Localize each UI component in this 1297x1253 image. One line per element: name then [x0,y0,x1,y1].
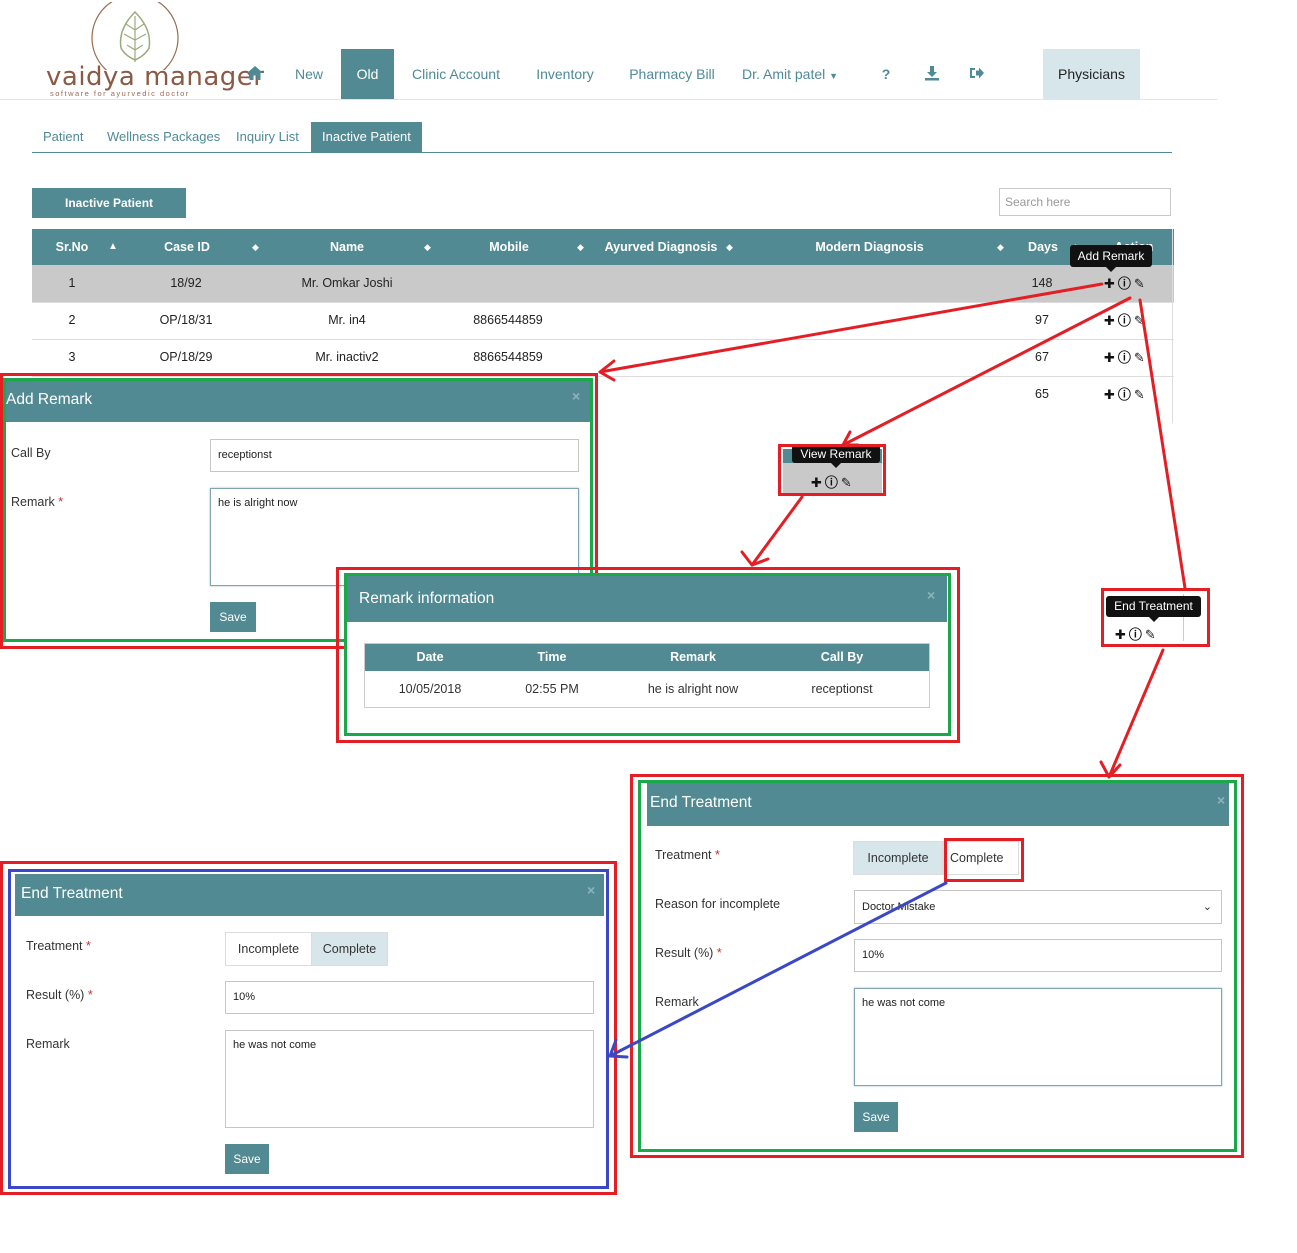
annotation-arrows [598,282,1187,1059]
